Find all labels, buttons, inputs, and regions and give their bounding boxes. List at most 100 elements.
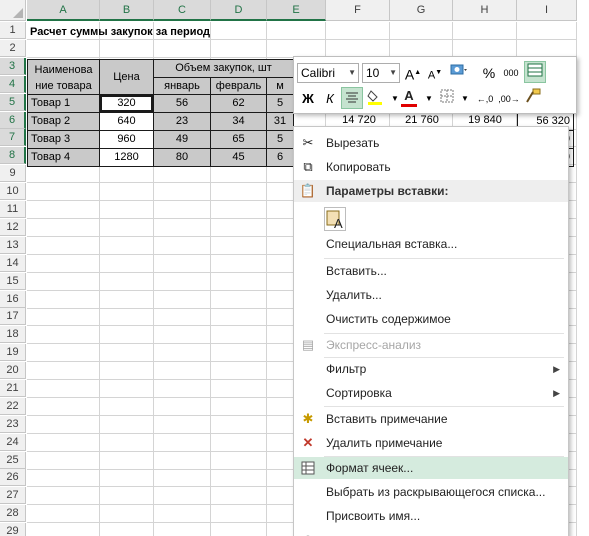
- font-name-select[interactable]: Calibri ▼: [297, 63, 359, 83]
- grid-cell[interactable]: [27, 273, 100, 291]
- menu-item-cut[interactable]: ✂ Вырезать: [294, 132, 568, 154]
- row-header-13[interactable]: 13: [0, 237, 26, 254]
- decrease-font-icon[interactable]: A▼: [424, 62, 446, 84]
- grid-cell[interactable]: [517, 22, 577, 40]
- font-size-select[interactable]: 10 ▼: [362, 63, 400, 83]
- grid-cell[interactable]: [211, 22, 267, 40]
- menu-item-filter[interactable]: Фильтр ▶: [294, 358, 568, 380]
- grid-cell[interactable]: [100, 165, 154, 183]
- menu-item-insert[interactable]: Вставить...: [294, 260, 568, 282]
- row-header-19[interactable]: 19: [0, 344, 26, 361]
- column-header-c[interactable]: C: [154, 0, 211, 21]
- table-cell-name[interactable]: Товар 4: [27, 148, 100, 167]
- menu-item-define-name[interactable]: Присвоить имя...: [294, 505, 568, 527]
- grid-cell[interactable]: [100, 505, 154, 523]
- table-cell-price[interactable]: 1280: [99, 148, 154, 167]
- menu-item-clear-contents[interactable]: Очистить содержимое: [294, 308, 568, 330]
- table-cell-name[interactable]: Товар 2: [27, 112, 100, 131]
- column-header-a[interactable]: A: [27, 0, 100, 21]
- increase-font-icon[interactable]: A▲: [402, 62, 424, 84]
- header-mar-cell[interactable]: м: [266, 77, 294, 95]
- grid-cell[interactable]: [27, 326, 100, 344]
- grid-cell[interactable]: [27, 165, 100, 183]
- row-header-18[interactable]: 18: [0, 326, 26, 343]
- grid-cell[interactable]: [154, 201, 211, 219]
- row-header-22[interactable]: 22: [0, 398, 26, 415]
- row-header-28[interactable]: 28: [0, 505, 26, 522]
- table-cell-price[interactable]: 960: [99, 130, 154, 149]
- grid-cell[interactable]: [27, 487, 100, 505]
- format-painter-icon[interactable]: [522, 88, 544, 110]
- grid-cell[interactable]: [154, 219, 211, 237]
- row-header-16[interactable]: 16: [0, 291, 26, 308]
- table-cell-feb[interactable]: 34: [210, 112, 267, 131]
- table-cell-mar[interactable]: 5: [266, 94, 294, 113]
- row-header-5[interactable]: 5: [0, 94, 26, 111]
- table-cell-jan[interactable]: 80: [153, 148, 211, 167]
- grid-cell[interactable]: [27, 398, 100, 416]
- grid-cell[interactable]: [100, 255, 154, 273]
- menu-item-format-cells[interactable]: Формат ячеек...: [294, 457, 568, 479]
- column-header-g[interactable]: G: [390, 0, 453, 21]
- grid-cell[interactable]: [100, 398, 154, 416]
- grid-cell[interactable]: [154, 326, 211, 344]
- paste-format-icon[interactable]: A: [324, 207, 346, 231]
- grid-cell[interactable]: [27, 219, 100, 237]
- grid-cell[interactable]: [211, 523, 267, 536]
- table-cell-mar[interactable]: 5: [266, 130, 294, 149]
- chevron-down-icon[interactable]: ▼: [454, 88, 476, 110]
- row-header-3[interactable]: 3: [0, 58, 26, 75]
- increase-decimal-icon[interactable]: ←,0: [474, 88, 496, 110]
- row-header-29[interactable]: 29: [0, 523, 26, 536]
- decrease-decimal-icon[interactable]: ,00→: [498, 88, 520, 110]
- header-feb-cell[interactable]: февраль: [210, 77, 267, 95]
- grid-cell[interactable]: [211, 308, 267, 326]
- table-cell-jan[interactable]: 49: [153, 130, 211, 149]
- header-jan-cell[interactable]: январь: [153, 77, 211, 95]
- row-header-23[interactable]: 23: [0, 416, 26, 433]
- grid-cell[interactable]: [100, 380, 154, 398]
- grid-cell[interactable]: [100, 219, 154, 237]
- grid-cell[interactable]: [211, 452, 267, 470]
- grid-cell[interactable]: [100, 523, 154, 536]
- grid-cell[interactable]: [211, 237, 267, 255]
- grid-cell[interactable]: [100, 237, 154, 255]
- grid-cell[interactable]: [211, 219, 267, 237]
- grid-cell[interactable]: [211, 469, 267, 487]
- accounting-format-icon[interactable]: [448, 62, 470, 84]
- row-header-25[interactable]: 25: [0, 452, 26, 469]
- grid-cell[interactable]: [154, 183, 211, 201]
- menu-item-hyperlink[interactable]: ⊙: [294, 529, 568, 536]
- grid-cell[interactable]: [27, 308, 100, 326]
- grid-cell[interactable]: [27, 505, 100, 523]
- grid-cell[interactable]: [27, 523, 100, 536]
- grid-cell[interactable]: [27, 362, 100, 380]
- grid-cell[interactable]: [326, 22, 390, 40]
- column-header-d[interactable]: D: [211, 0, 267, 21]
- row-header-8[interactable]: 8: [0, 147, 26, 164]
- grid-cell[interactable]: [100, 487, 154, 505]
- thousands-separator-icon[interactable]: 000: [500, 62, 522, 84]
- table-cell-name[interactable]: Товар 1: [27, 94, 100, 113]
- grid-cell[interactable]: [211, 487, 267, 505]
- grid-cell[interactable]: [100, 40, 154, 58]
- grid-cell[interactable]: [211, 291, 267, 309]
- row-header-14[interactable]: 14: [0, 255, 26, 272]
- grid-cell[interactable]: [27, 434, 100, 452]
- table-cell-mar[interactable]: 31: [266, 112, 294, 131]
- grid-cell[interactable]: [154, 523, 211, 536]
- grid-cell[interactable]: [154, 380, 211, 398]
- row-header-1[interactable]: 1: [0, 22, 26, 39]
- grid-cell[interactable]: [100, 362, 154, 380]
- grid-cell[interactable]: [154, 40, 211, 58]
- grid-cell[interactable]: [27, 469, 100, 487]
- row-header-21[interactable]: 21: [0, 380, 26, 397]
- header-name-cell[interactable]: Наименова ние товара: [27, 59, 100, 95]
- grid-cell[interactable]: [100, 469, 154, 487]
- grid-cell[interactable]: [27, 201, 100, 219]
- column-header-e[interactable]: E: [267, 0, 326, 21]
- grid-cell[interactable]: [154, 398, 211, 416]
- column-header-i[interactable]: I: [517, 0, 577, 21]
- table-cell-jan[interactable]: 23: [153, 112, 211, 131]
- grid-cell[interactable]: [211, 326, 267, 344]
